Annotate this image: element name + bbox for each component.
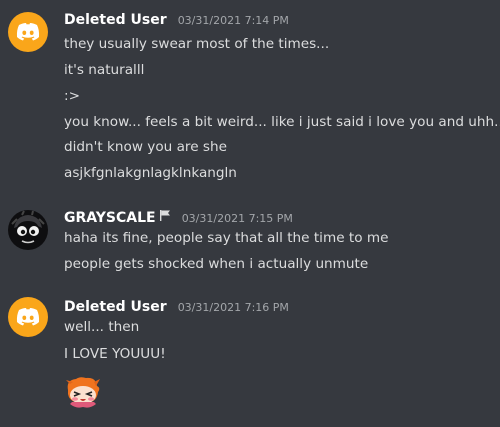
- message-text: I LOVE YOUUU!: [64, 346, 166, 362]
- timestamp[interactable]: 03/31/2021 7:14 PM: [178, 14, 289, 27]
- avatar[interactable]: [8, 297, 48, 337]
- message-text: asjkfgnlakgnlagklnkangln: [64, 165, 237, 181]
- message-header: Deleted User 03/31/2021 7:14 PM: [64, 9, 289, 28]
- timestamp[interactable]: 03/31/2021 7:16 PM: [178, 301, 289, 314]
- message-header: GRAYSCALE 03/31/2021 7:15 PM: [64, 206, 293, 226]
- timestamp[interactable]: 03/31/2021 7:15 PM: [182, 212, 293, 225]
- flag-icon: [159, 206, 171, 225]
- message-text: haha its fine, people say that all the t…: [64, 230, 389, 246]
- grayscale-avatar: [11, 210, 45, 244]
- message-text: you know... feels a bit weird... like i …: [64, 114, 500, 130]
- blushing-character-emoji[interactable]: [64, 376, 102, 414]
- message-text: :>: [64, 88, 80, 104]
- username[interactable]: Deleted User: [64, 12, 167, 28]
- username[interactable]: GRAYSCALE: [64, 210, 156, 226]
- avatar[interactable]: [8, 210, 48, 250]
- username[interactable]: Deleted User: [64, 299, 167, 315]
- message-header: Deleted User 03/31/2021 7:16 PM: [64, 296, 289, 315]
- avatar[interactable]: [8, 12, 48, 52]
- message-text: they usually swear most of the times...: [64, 36, 330, 52]
- message-text: people gets shocked when i actually unmu…: [64, 256, 369, 272]
- discord-logo-icon: [16, 23, 40, 41]
- message-text: it's naturalll: [64, 62, 145, 78]
- message-text: well... then: [64, 319, 140, 335]
- message-text: didn't know you are she: [64, 139, 227, 155]
- discord-logo-icon: [16, 308, 40, 326]
